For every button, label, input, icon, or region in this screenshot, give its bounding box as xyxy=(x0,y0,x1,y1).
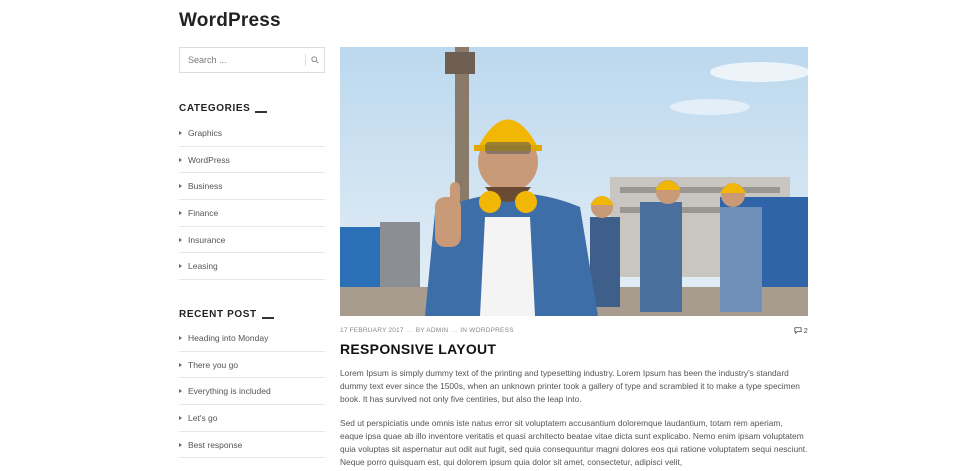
recent-post-label: Heading into Monday xyxy=(188,332,269,343)
category-item-business[interactable]: Business xyxy=(179,173,325,201)
search-button[interactable] xyxy=(306,48,324,72)
category-label: Leasing xyxy=(188,261,218,272)
comment-icon xyxy=(794,327,802,334)
arrow-right-icon xyxy=(179,210,182,215)
category-item-insurance[interactable]: Insurance xyxy=(179,227,325,254)
post-date[interactable]: 17 FEBRUARY 2017 xyxy=(340,327,404,334)
arrow-right-icon xyxy=(179,264,182,269)
categories-title-text: CATEGORIES xyxy=(179,103,251,114)
arrow-right-icon xyxy=(179,184,182,189)
category-label: Finance xyxy=(188,207,219,218)
arrow-right-icon xyxy=(179,415,182,420)
post-title[interactable]: RESPONSIVE LAYOUT xyxy=(340,341,496,357)
title-underline xyxy=(255,110,268,113)
arrow-right-icon xyxy=(179,389,182,394)
recent-post-item[interactable]: Heading into Monday xyxy=(179,325,325,352)
arrow-right-icon xyxy=(179,237,182,242)
category-item-wordpress[interactable]: WordPress xyxy=(179,147,325,174)
recent-post-label: Best response xyxy=(188,439,243,450)
post-author[interactable]: BY ADMIN xyxy=(416,327,449,334)
arrow-right-icon xyxy=(179,442,182,447)
category-label: Business xyxy=(188,181,223,192)
category-label: Insurance xyxy=(188,234,226,245)
category-item-finance[interactable]: Finance xyxy=(179,200,325,227)
category-label: WordPress xyxy=(188,154,230,165)
arrow-right-icon xyxy=(179,335,182,340)
recent-post-title: RECENT POST xyxy=(179,309,274,320)
arrow-right-icon xyxy=(179,130,182,135)
comment-count: 2 xyxy=(803,326,808,335)
post-featured-image[interactable] xyxy=(340,47,808,316)
meta-separator: ... xyxy=(451,327,458,334)
search-box xyxy=(179,47,325,73)
recent-post-title-text: RECENT POST xyxy=(179,309,257,320)
post-meta: 17 FEBRUARY 2017 ... BY ADMIN ... IN WOR… xyxy=(340,326,808,335)
search-icon xyxy=(311,56,319,64)
title-underline xyxy=(261,316,274,319)
category-item-leasing[interactable]: Leasing xyxy=(179,253,325,281)
search-input[interactable] xyxy=(180,48,305,72)
recent-post-list: Heading into Monday There you go Everyth… xyxy=(179,325,325,459)
arrow-right-icon xyxy=(179,157,182,162)
sidebar: CATEGORIES Graphics WordPress Business F… xyxy=(179,47,325,459)
categories-list: Graphics WordPress Business Finance Insu… xyxy=(179,120,325,281)
post-paragraph: Lorem Ipsum is simply dummy text of the … xyxy=(340,368,800,404)
post-category[interactable]: IN WORDPRESS xyxy=(460,327,513,334)
categories-title: CATEGORIES xyxy=(179,103,268,114)
recent-post-item[interactable]: Everything is included xyxy=(179,378,325,406)
recent-post-label: There you go xyxy=(188,359,239,370)
recent-post-item[interactable]: Let's go xyxy=(179,405,325,432)
meta-separator: ... xyxy=(406,327,413,334)
site-title[interactable]: WordPress xyxy=(179,10,281,32)
recent-post-label: Let's go xyxy=(188,412,218,423)
recent-post-item[interactable]: Best response xyxy=(179,432,325,459)
category-label: Graphics xyxy=(188,127,223,138)
arrow-right-icon xyxy=(179,362,182,367)
recent-post-label: Everything is included xyxy=(188,386,271,397)
recent-post-item[interactable]: There you go xyxy=(179,352,325,379)
category-item-graphics[interactable]: Graphics xyxy=(179,120,325,147)
post-comments[interactable]: 2 xyxy=(794,326,808,335)
post-paragraph: Sed ut perspiciatis unde omnis iste natu… xyxy=(340,418,808,467)
